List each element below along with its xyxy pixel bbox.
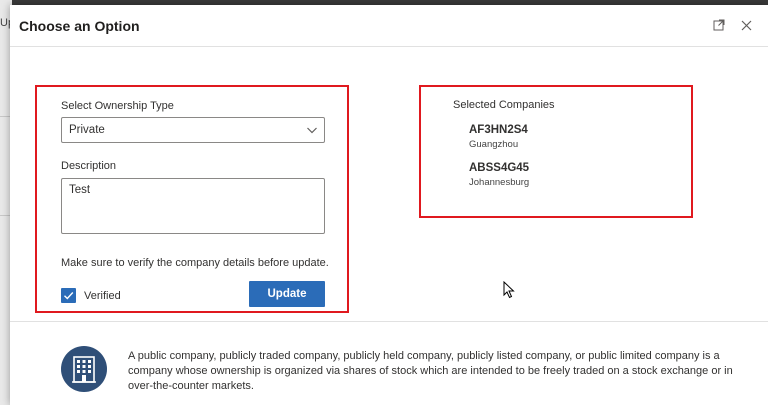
company-code: ABSS4G45: [469, 162, 530, 174]
company-city: Guangzhou: [469, 139, 519, 150]
company-code: AF3HN2S4: [469, 124, 528, 136]
ownership-form-panel: Select Ownership Type Private Descriptio…: [35, 85, 349, 313]
update-button[interactable]: Update: [249, 281, 325, 307]
company-description-text: A public company, publicly traded compan…: [128, 350, 733, 392]
description-label: Description: [61, 160, 117, 172]
close-button[interactable]: [737, 16, 755, 34]
close-icon: [741, 20, 751, 30]
choose-option-dialog: Choose an Option Select Ownership Type P…: [10, 5, 768, 405]
selected-companies-panel: Selected Companies AF3HN2S4 Guangzhou AB…: [419, 85, 693, 218]
mouse-pointer-icon: [503, 280, 515, 304]
verified-label: Verified: [84, 290, 121, 302]
footer-divider: [10, 321, 768, 322]
chevron-down-icon: [306, 124, 318, 139]
description-textarea[interactable]: Test: [61, 178, 325, 234]
company-item: AF3HN2S4 Guangzhou: [469, 124, 528, 150]
checkmark-icon: [64, 292, 74, 300]
verify-note: Make sure to verify the company details …: [61, 257, 329, 269]
expand-button[interactable]: [710, 16, 728, 34]
selected-companies-title: Selected Companies: [453, 99, 555, 111]
verified-checkbox[interactable]: [61, 288, 76, 303]
ownership-type-label: Select Ownership Type: [61, 100, 174, 112]
expand-icon: [713, 19, 725, 31]
company-item: ABSS4G45 Johannesburg: [469, 162, 529, 188]
dialog-header: Choose an Option: [10, 5, 768, 47]
company-city: Johannesburg: [469, 177, 530, 188]
building-icon: [61, 346, 107, 392]
ownership-type-value: Private: [69, 124, 105, 136]
dialog-title: Choose an Option: [19, 18, 140, 34]
ownership-type-select[interactable]: Private: [61, 117, 325, 143]
